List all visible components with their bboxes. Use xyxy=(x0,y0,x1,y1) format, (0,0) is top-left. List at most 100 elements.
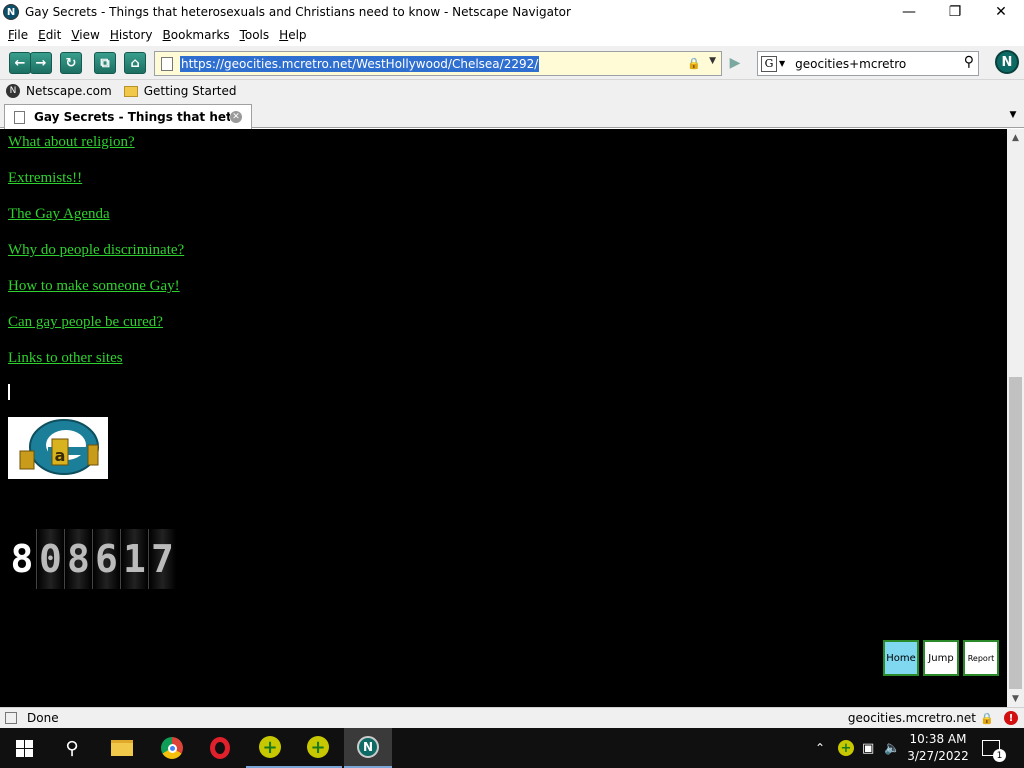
security-lock-icon[interactable]: 🔒 xyxy=(980,712,994,725)
link-other-sites[interactable]: Links to other sites xyxy=(8,350,123,367)
notification-count: 1 xyxy=(993,749,1006,762)
link-make-someone-gay[interactable]: How to make someone Gay! xyxy=(8,278,180,295)
search-engine-icon[interactable]: G xyxy=(761,55,777,72)
clock-time: 10:38 AM xyxy=(909,732,967,746)
geocities-jump-button[interactable]: Jump xyxy=(923,640,959,676)
home-label: Home xyxy=(886,652,916,664)
status-bar: Done geocities.mcretro.net 🔒 ! xyxy=(0,707,1024,728)
close-button[interactable]: ✕ xyxy=(978,0,1024,24)
address-bar[interactable]: https://geocities.mcretro.net/WestHollyw… xyxy=(154,51,722,76)
windows-icon: ⧉ xyxy=(100,55,110,71)
bookmarks-toolbar: N Netscape.com Getting Started xyxy=(0,80,1024,102)
netscape-icon: N xyxy=(357,736,379,758)
link-why-discriminate[interactable]: Why do people discriminate? xyxy=(8,242,184,259)
url-dropdown-icon[interactable]: ▼ xyxy=(709,56,716,66)
counter-digit: 6 xyxy=(92,529,120,589)
forward-button[interactable]: → xyxy=(30,52,52,74)
menu-file[interactable]: File xyxy=(3,28,33,42)
status-text: Done xyxy=(27,711,59,725)
menu-edit[interactable]: Edit xyxy=(33,28,66,42)
maximize-button[interactable]: ❐ xyxy=(932,0,978,24)
search-icon[interactable]: ⚲ xyxy=(964,54,974,70)
clock[interactable]: 10:38 AM 3/27/2022 xyxy=(906,731,970,765)
scrollbar-thumb[interactable] xyxy=(1009,377,1022,689)
taskbar-search-button[interactable]: ⚲ xyxy=(48,728,96,768)
reload-button[interactable]: ↻ xyxy=(60,52,82,74)
notification-icon: 1 xyxy=(982,740,1006,762)
url-text[interactable]: https://geocities.mcretro.net/WestHollyw… xyxy=(180,55,540,72)
tab-label: Gay Secrets - Things that heteros... xyxy=(34,110,230,124)
geocities-home-button[interactable]: Home xyxy=(883,640,919,676)
tab-gay-secrets[interactable]: Gay Secrets - Things that heteros... ✕ xyxy=(4,104,252,129)
navigation-toolbar: ← → ↻ ⧉ ⌂ https://geocities.mcretro.net/… xyxy=(0,46,1024,80)
counter-digit: 8 xyxy=(8,529,36,589)
page-icon xyxy=(161,56,173,71)
ai-logo-graphic: a xyxy=(19,419,99,475)
netscape-throbber-logo[interactable]: N xyxy=(995,50,1019,74)
plus-app-icon: + xyxy=(259,736,281,758)
menu-bookmarks[interactable]: Bookmarks xyxy=(158,28,235,42)
play-arrow-icon: ▶ xyxy=(729,55,741,71)
jump-label: Jump xyxy=(928,652,954,664)
counter-digit: 8 xyxy=(64,529,92,589)
home-icon: ⌂ xyxy=(130,55,140,71)
counter-digit: 1 xyxy=(120,529,148,589)
alert-icon[interactable]: ! xyxy=(1004,711,1018,725)
hit-counter: 8 0 8 6 1 7 xyxy=(8,529,204,589)
tray-overflow-icon[interactable]: ⌃ xyxy=(815,728,825,768)
back-button[interactable]: ← xyxy=(9,52,31,74)
tab-strip: Gay Secrets - Things that heteros... ✕ ▼ xyxy=(0,102,1024,129)
svg-text:a: a xyxy=(55,446,66,465)
chrome-button[interactable] xyxy=(148,728,196,768)
forward-arrow-icon: → xyxy=(35,55,47,71)
menu-history[interactable]: History xyxy=(105,28,158,42)
tray-plus-icon[interactable]: + xyxy=(838,728,854,768)
close-tab-icon[interactable]: ✕ xyxy=(230,111,242,123)
home-button[interactable]: ⌂ xyxy=(124,52,146,74)
report-label: Report xyxy=(967,653,995,663)
tab-list-dropdown-icon[interactable]: ▼ xyxy=(1004,105,1022,125)
network-icon[interactable]: ▣ xyxy=(862,728,874,768)
opera-icon xyxy=(210,737,230,759)
vertical-scrollbar[interactable]: ▲ ▼ xyxy=(1007,129,1024,707)
window-title: Gay Secrets - Things that heterosexuals … xyxy=(25,5,571,19)
notifications-button[interactable]: 1 xyxy=(982,728,1006,768)
folder-icon xyxy=(123,85,138,97)
search-engine-dropdown-icon[interactable]: ▼ xyxy=(779,59,785,68)
app-plus-button-2[interactable]: + xyxy=(294,728,342,768)
netscape-app-icon: N xyxy=(3,4,19,20)
file-explorer-button[interactable] xyxy=(98,728,146,768)
app-plus-button-1[interactable]: + xyxy=(246,728,294,768)
search-icon: ⚲ xyxy=(65,737,79,759)
clock-date: 3/27/2022 xyxy=(907,749,969,763)
status-page-icon xyxy=(5,712,17,724)
bookmark-netscape[interactable]: N Netscape.com xyxy=(6,84,112,98)
page-icon xyxy=(14,110,25,124)
volume-icon[interactable]: 🔈 xyxy=(884,728,900,768)
lock-icon[interactable]: 🔒 xyxy=(687,57,701,70)
opera-button[interactable] xyxy=(196,728,244,768)
menu-view[interactable]: View xyxy=(66,28,104,42)
scroll-down-icon[interactable]: ▼ xyxy=(1007,690,1024,707)
link-can-be-cured[interactable]: Can gay people be cured? xyxy=(8,314,163,331)
link-what-about-religion[interactable]: What about religion? xyxy=(8,134,135,151)
bookmark-getting-started[interactable]: Getting Started xyxy=(123,84,237,98)
link-gay-agenda[interactable]: The Gay Agenda xyxy=(8,206,110,223)
geocities-report-button[interactable]: Report xyxy=(963,640,999,676)
search-box[interactable]: G ▼ ⚲ xyxy=(757,51,979,76)
search-input[interactable] xyxy=(795,56,956,71)
counter-digit: 0 xyxy=(36,529,64,589)
new-window-button[interactable]: ⧉ xyxy=(94,52,116,74)
windows-logo-icon xyxy=(15,739,33,757)
rotating-ai-logo-image[interactable]: a xyxy=(8,417,108,479)
folder-icon xyxy=(111,740,133,756)
menu-help[interactable]: Help xyxy=(274,28,311,42)
start-button[interactable] xyxy=(0,728,48,768)
netscape-taskbar-button[interactable]: N xyxy=(344,728,392,768)
link-extremists[interactable]: Extremists!! xyxy=(8,170,82,187)
go-button[interactable]: ▶ xyxy=(724,52,746,74)
scroll-up-icon[interactable]: ▲ xyxy=(1007,129,1024,146)
counter-digit: 7 xyxy=(148,529,176,589)
minimize-button[interactable]: — xyxy=(886,0,932,24)
menu-tools[interactable]: Tools xyxy=(235,28,275,42)
